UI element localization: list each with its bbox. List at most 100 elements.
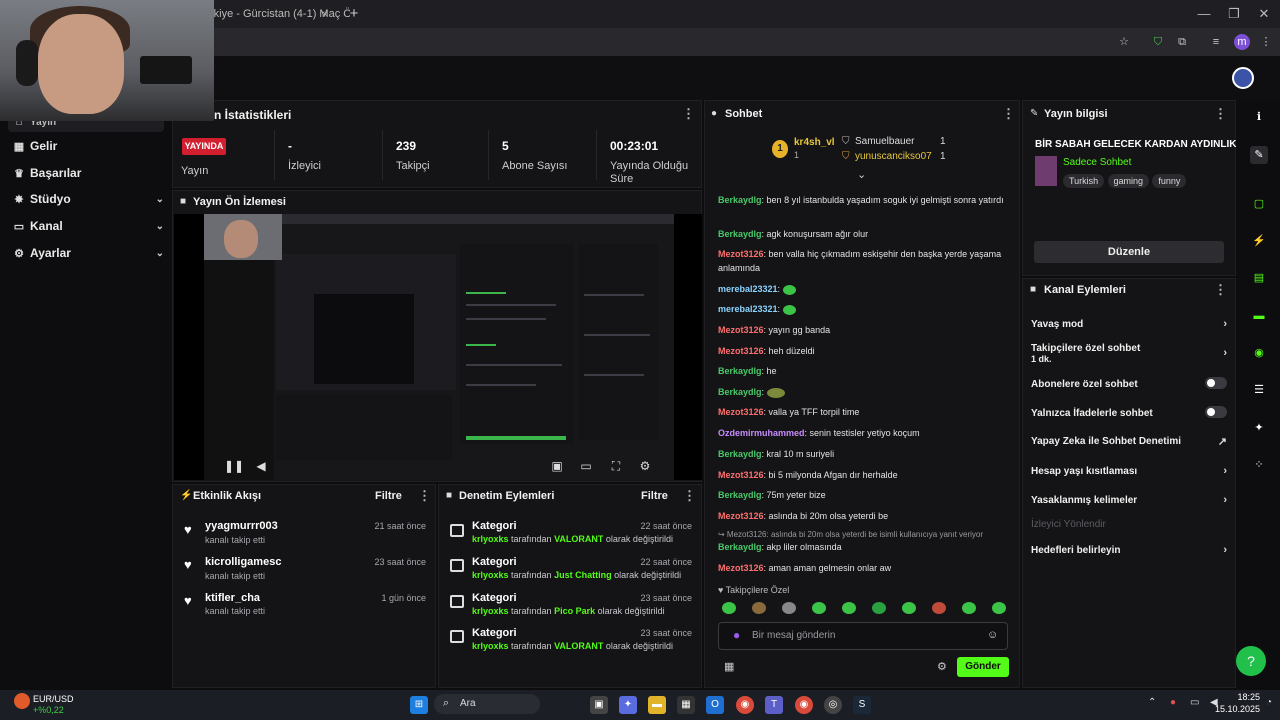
store-icon[interactable]: ▦ (677, 696, 695, 714)
notification-icon[interactable]: ◔ (1266, 697, 1272, 708)
emote-icon[interactable] (722, 602, 736, 614)
emote-only-toggle[interactable] (1205, 406, 1227, 418)
action-slow-mode[interactable]: Yavaş mod › (1031, 318, 1227, 330)
emote-icon[interactable] (992, 602, 1006, 614)
action-subs-only[interactable]: Abonelere özel sohbet (1031, 377, 1227, 392)
chrome-icon[interactable]: ◉ (736, 696, 754, 714)
collapse-icon[interactable]: ⌄ (857, 168, 866, 181)
sidebar-item-kanal[interactable]: ▭ Kanal ⌄ (8, 213, 164, 239)
activity-user[interactable]: yyagmurrr003 (205, 520, 278, 532)
clock-time[interactable]: 18:25 (1220, 692, 1260, 702)
tray-chevron-icon[interactable]: ⌃ (1148, 697, 1156, 708)
edit-icon[interactable]: ✎ (1250, 146, 1268, 164)
chat-username[interactable]: Berkaydlg (718, 229, 762, 239)
extensions-icon[interactable]: ⧉ (1174, 34, 1190, 50)
profile-icon[interactable]: m (1234, 34, 1250, 50)
tag[interactable]: funny (1152, 174, 1187, 188)
emote-icon[interactable] (782, 602, 796, 614)
leader-3-name[interactable]: yunuscancikso07 (855, 151, 932, 162)
activity-user[interactable]: kicrolligamesc (205, 556, 281, 568)
chat-username[interactable]: merebal23321 (718, 284, 778, 294)
moderation-filter-button[interactable]: Filtre (641, 490, 668, 502)
chat-username[interactable]: Berkaydlg (718, 195, 762, 205)
chat-username[interactable]: Mezot3126 (718, 249, 764, 259)
edit-button[interactable]: Düzenle (1034, 241, 1224, 263)
chat-username[interactable]: Mezot3126 (718, 511, 764, 521)
copilot-icon[interactable]: ✦ (619, 696, 637, 714)
stream-info-menu-icon[interactable]: ⋮ (1214, 106, 1227, 122)
pip-icon[interactable]: ▣ (550, 459, 564, 473)
outlook-icon[interactable]: O (706, 696, 724, 714)
clock-date[interactable]: 15.10.2025 (1200, 704, 1260, 714)
volume-icon[interactable]: ◀ (254, 459, 268, 473)
category-name[interactable]: Sadece Sohbet (1063, 157, 1131, 168)
chat-username[interactable]: merebal23321 (718, 304, 778, 314)
browser-menu-icon[interactable]: ⋮ (1258, 34, 1274, 50)
subs-only-toggle[interactable] (1205, 377, 1227, 389)
sidebar-item-studyo[interactable]: ✸ Stüdyo ⌄ (8, 186, 164, 212)
sidebar-item-basarilar[interactable]: ♛ Başarılar (8, 160, 164, 186)
leader-2-name[interactable]: Samuelbauer (855, 136, 914, 147)
broadcast-icon[interactable]: ◉ (1250, 344, 1268, 362)
action-goals[interactable]: Hedefleri belirleyin › (1031, 544, 1227, 556)
pause-icon[interactable]: ❚❚ (224, 459, 244, 473)
emote-icon[interactable] (872, 602, 886, 614)
chat-username[interactable]: Ozdemirmuhammed (718, 428, 805, 438)
emote-icon[interactable] (842, 602, 856, 614)
obs-icon[interactable]: ◎ (824, 696, 842, 714)
network-icon[interactable]: ▭ (1190, 697, 1199, 708)
emote-icon[interactable] (812, 602, 826, 614)
chat-icon[interactable]: ▬ (1250, 307, 1268, 325)
steam-icon[interactable]: S (853, 696, 871, 714)
chat-username[interactable]: Berkaydlg (718, 366, 762, 376)
ticker-symbol[interactable]: EUR/USD (33, 694, 74, 704)
restore-button[interactable]: ❐ (1224, 5, 1244, 23)
action-ai-moderation[interactable]: Yapay Zeka ile Sohbet Denetimi ↗ (1031, 435, 1227, 448)
user-avatar[interactable] (1232, 67, 1254, 89)
action-banned-words[interactable]: Yasaklanmış kelimeler › (1031, 494, 1227, 506)
chat-menu-icon[interactable]: ⋮ (1002, 106, 1015, 122)
chrome-active-icon[interactable]: ◉ (795, 696, 813, 714)
teams-icon[interactable]: T (765, 696, 783, 714)
activity-filter-button[interactable]: Filtre (375, 490, 402, 502)
action-emote-only[interactable]: Yalnızca İfadelerle sohbet (1031, 406, 1227, 421)
chat-settings-icon[interactable]: ⚙ (937, 660, 947, 673)
tab-close-icon[interactable]: × (318, 7, 332, 21)
clip-icon[interactable]: ▢ (1250, 195, 1268, 213)
chat-username[interactable]: Mezot3126 (718, 407, 764, 417)
windows-start-icon[interactable]: ⊞ (410, 696, 428, 714)
media-icon[interactable]: ≡ (1208, 34, 1224, 50)
apps-icon[interactable]: ⁘ (1250, 456, 1268, 474)
shield-extension-icon[interactable]: ⛉ (1150, 34, 1166, 50)
wrench-icon[interactable]: ✦ (1250, 419, 1268, 437)
chat-username[interactable]: Mezot3126 (718, 470, 764, 480)
minimize-button[interactable]: — (1194, 5, 1214, 23)
mic-tray-icon[interactable]: ● (1170, 697, 1176, 708)
list-icon[interactable]: ▤ (1250, 269, 1268, 287)
channel-actions-menu-icon[interactable]: ⋮ (1214, 282, 1227, 298)
tag[interactable]: Turkish (1063, 174, 1105, 188)
emote-icon[interactable] (932, 602, 946, 614)
chat-username[interactable]: Mezot3126 (718, 325, 764, 335)
new-tab-button[interactable]: + (346, 5, 362, 23)
emoji-icon[interactable]: ☺ (987, 629, 998, 641)
emote-icon[interactable] (962, 602, 976, 614)
help-button[interactable]: ? (1236, 646, 1266, 676)
emote-icon[interactable] (902, 602, 916, 614)
chat-username[interactable]: Mezot3126 (718, 346, 764, 356)
activity-menu-icon[interactable]: ⋮ (418, 488, 431, 504)
tag[interactable]: gaming (1107, 174, 1150, 188)
activity-user[interactable]: ktifler_cha (205, 592, 260, 604)
emote-icon[interactable] (752, 602, 766, 614)
action-account-age[interactable]: Hesap yaşı kısıtlaması › (1031, 465, 1227, 477)
file-explorer-icon[interactable]: ▬ (648, 696, 666, 714)
layout-icon[interactable]: ☰ (1250, 381, 1268, 399)
fullscreen-icon[interactable]: ⛶ (609, 459, 623, 473)
lightning-icon[interactable]: ⚡ (1250, 232, 1268, 250)
bookmark-star-icon[interactable]: ☆ (1116, 34, 1132, 50)
mic-icon[interactable]: ● (733, 628, 740, 642)
moderation-menu-icon[interactable]: ⋮ (683, 488, 696, 504)
theater-icon[interactable]: ▭ (579, 459, 593, 473)
chat-username[interactable]: Berkaydlg (718, 449, 762, 459)
settings-icon[interactable]: ⚙ (638, 459, 652, 473)
